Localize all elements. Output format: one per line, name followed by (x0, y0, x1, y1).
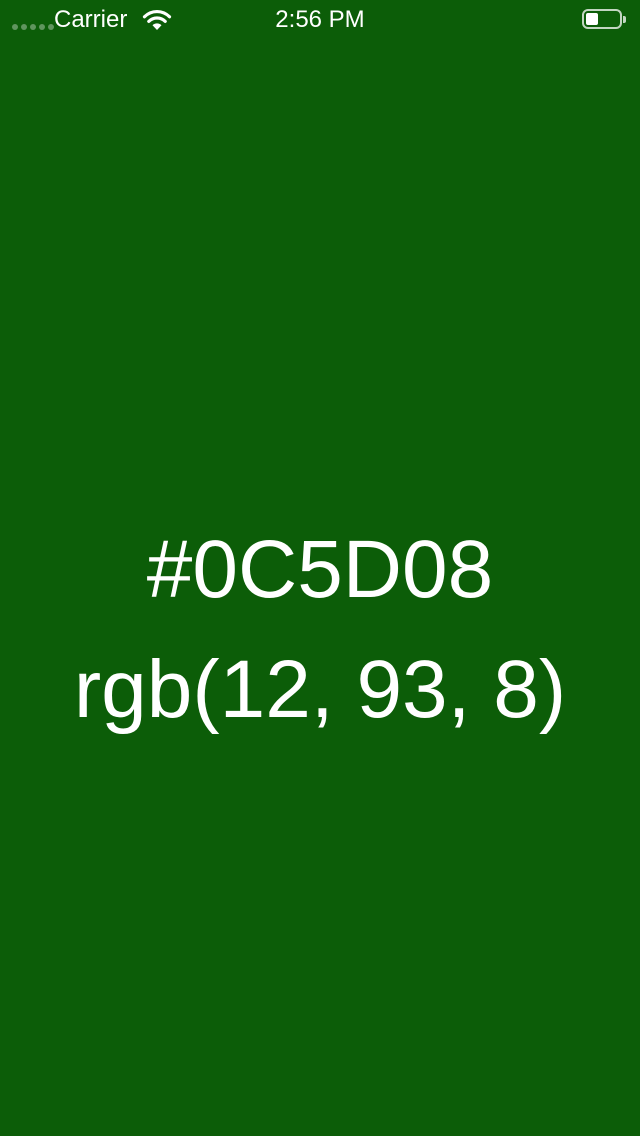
battery-icon (582, 9, 626, 31)
battery-fill (586, 13, 598, 25)
status-bar: Carrier 2:56 PM (0, 0, 640, 40)
hex-color-label: #0C5D08 (146, 524, 494, 615)
status-time: 2:56 PM (275, 6, 365, 33)
battery-cap (623, 16, 626, 23)
color-screen: Carrier 2:56 PM #0C5D08 rgb(12, 93, 8) (0, 0, 640, 1136)
rgb-color-label: rgb(12, 93, 8) (73, 644, 567, 735)
